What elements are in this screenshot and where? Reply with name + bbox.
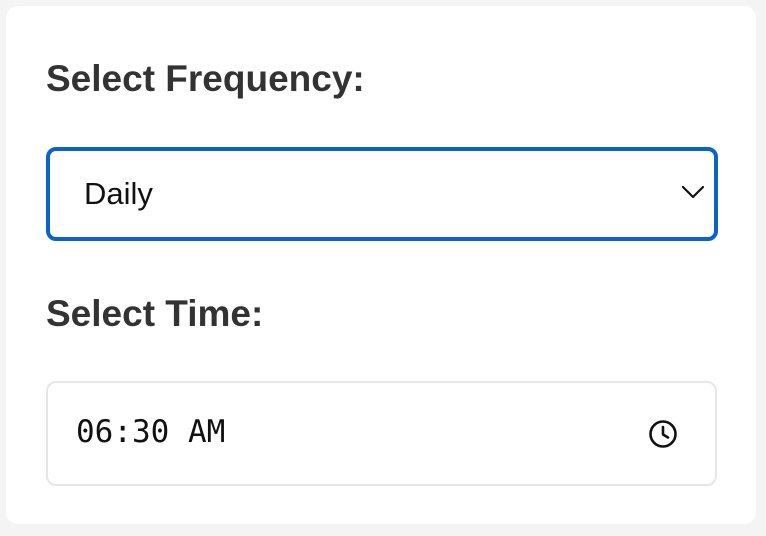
schedule-form-card: Select Frequency: Daily Select Time: 06:… — [6, 6, 756, 524]
clock-icon[interactable] — [647, 418, 679, 450]
frequency-label: Select Frequency: — [46, 58, 365, 99]
frequency-select-value: Daily — [84, 176, 153, 211]
time-label: Select Time: — [46, 293, 264, 334]
chevron-down-icon — [681, 185, 705, 199]
time-input[interactable]: 06:30 AM — [46, 381, 717, 486]
time-input-value: 06:30 AM — [76, 414, 226, 450]
frequency-select[interactable]: Daily — [46, 147, 718, 241]
